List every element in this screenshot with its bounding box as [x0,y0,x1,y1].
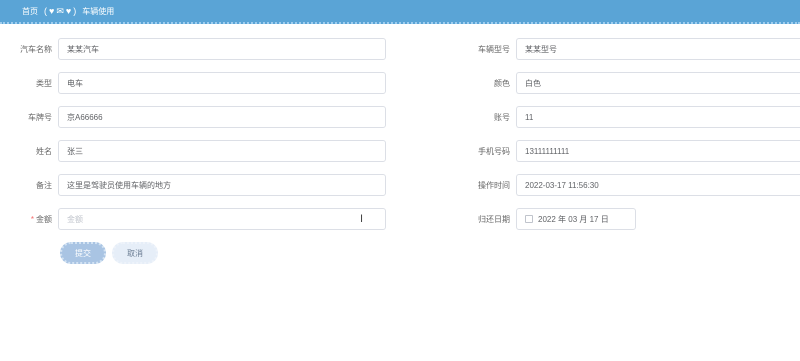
plate-number-label: 车牌号 [28,113,52,122]
breadcrumb-home[interactable]: 首页 [22,6,38,17]
car-name-input[interactable]: 某某汽车 [58,38,386,60]
heart-icon: ♥ [65,6,72,16]
type-label: 类型 [36,79,52,88]
breadcrumb-current: 车辆使用 [82,6,115,16]
amount-label: * 金额 [30,215,52,224]
name-label: 姓名 [36,147,52,156]
account-input[interactable]: 11 [516,106,800,128]
name-input[interactable]: 张三 [58,140,386,162]
amount-input[interactable]: 金额 I [58,208,386,230]
car-model-input[interactable]: 某某型号 [516,38,800,60]
breadcrumb-bar: 首页 ( ♥ ✉ ♥ ) 车辆使用 [0,0,800,24]
envelope-icon: ✉ [56,5,64,16]
plate-number-input[interactable]: 京A66666 [58,106,386,128]
return-date-picker[interactable]: 2022 年 03 月 17 日 [516,208,636,230]
submit-button[interactable]: 提交 [60,242,106,264]
operation-time-input[interactable]: 2022-03-17 11:56:30 [516,174,800,196]
color-input[interactable]: 白色 [516,72,800,94]
breadcrumb-separator: ( ♥ ✉ ♥ ) [44,5,77,17]
breadcrumb: 首页 ( ♥ ✉ ♥ ) 车辆使用 [0,6,114,17]
calendar-icon [525,215,533,223]
operation-time-label: 操作时间 [478,181,510,190]
remark-input[interactable]: 这里是驾驶员使用车辆的地方 [58,174,386,196]
remark-label: 备注 [36,181,52,190]
phone-input[interactable]: 13111111111 [516,140,800,162]
required-mark: * [30,215,34,224]
return-date-label: 归还日期 [478,215,510,224]
text-cursor-icon: I [359,213,363,225]
heart-icon: ♥ [49,6,55,16]
type-input[interactable]: 电车 [58,72,386,94]
car-model-label: 车辆型号 [478,45,510,54]
amount-placeholder: 金额 [67,214,83,224]
phone-label: 手机号码 [478,147,510,156]
car-name-label: 汽车名称 [20,45,52,54]
cancel-button[interactable]: 取消 [112,242,158,264]
account-label: 账号 [494,113,510,122]
return-date-value: 2022 年 03 月 17 日 [538,214,609,224]
color-label: 颜色 [494,79,510,88]
